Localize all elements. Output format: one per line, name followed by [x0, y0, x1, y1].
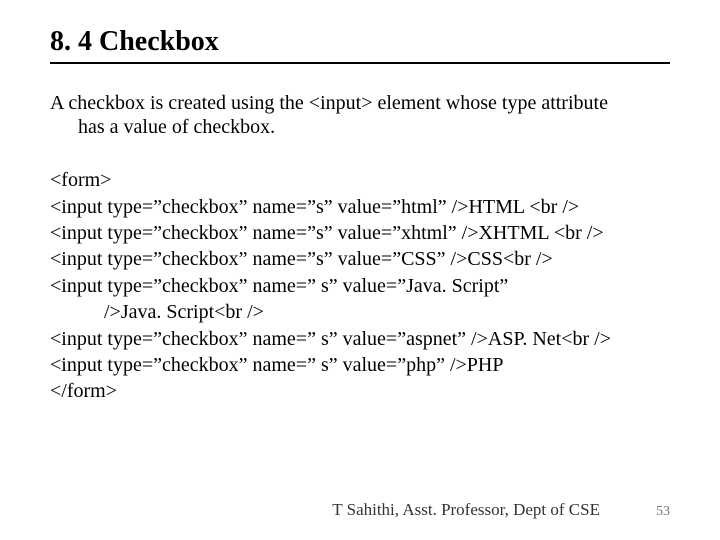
code-line: <input type=”checkbox” name=” s” value=”…: [50, 326, 670, 352]
code-line: <input type=”checkbox” name=” s” value=”…: [50, 273, 670, 299]
slide-footer: T Sahithi, Asst. Professor, Dept of CSE …: [0, 500, 720, 520]
code-line: <input type=”checkbox” name=”s” value=”h…: [50, 194, 670, 220]
author-credit: T Sahithi, Asst. Professor, Dept of CSE: [332, 500, 600, 520]
code-line-continuation: />Java. Script<br />: [50, 299, 670, 325]
slide-title: 8. 4 Checkbox: [50, 26, 670, 58]
footer-line: T Sahithi, Asst. Professor, Dept of CSE …: [50, 500, 670, 520]
code-line: <input type=”checkbox” name=” s” value=”…: [50, 352, 670, 378]
title-underline: [50, 62, 670, 64]
description-line-1: A checkbox is created using the <input> …: [50, 92, 608, 114]
code-block: <form> <input type=”checkbox” name=”s” v…: [50, 167, 670, 405]
code-line: <input type=”checkbox” name=”s” value=”x…: [50, 220, 670, 246]
code-line: <form>: [50, 167, 670, 193]
page-number: 53: [656, 504, 670, 520]
code-line: </form>: [50, 378, 670, 404]
description-line-2: has a value of checkbox.: [50, 116, 670, 140]
description-paragraph: A checkbox is created using the <input> …: [50, 92, 670, 139]
code-line: <input type=”checkbox” name=”s” value=”C…: [50, 246, 670, 272]
slide: 8. 4 Checkbox A checkbox is created usin…: [0, 0, 720, 540]
